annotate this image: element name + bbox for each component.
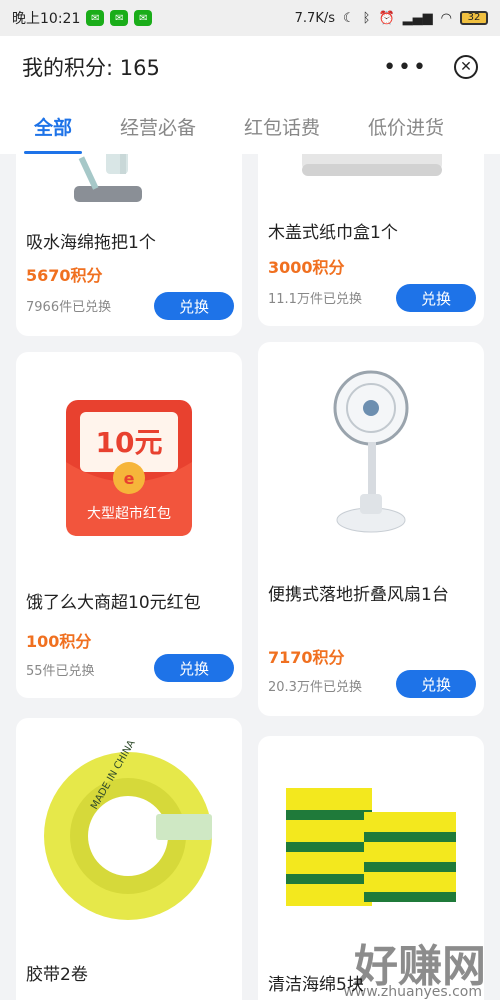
product-image: e 10元 大型超市红包 <box>16 352 242 588</box>
product-points: 5670积分 <box>26 266 103 285</box>
wechat-icon: ✉ <box>110 10 129 26</box>
redeemed-count: 55件已兑换 <box>26 664 95 679</box>
product-card[interactable]: 木盖式纸巾盒1个 3000积分 11.1万件已兑换 兑换 <box>258 154 484 326</box>
redeemed-count: 20.3万件已兑换 <box>268 680 362 695</box>
page-title: 我的积分: 165 <box>22 56 160 80</box>
product-card[interactable]: e 10元 大型超市红包 饿了么大商超10元红包 100积分 55件已兑换 兑换 <box>16 352 242 698</box>
wifi-icon: ◠ <box>440 10 452 26</box>
more-dots-icon[interactable]: ••• <box>383 55 428 80</box>
product-points: 3000积分 <box>268 258 345 277</box>
battery-icon: 32 <box>460 11 488 25</box>
product-image <box>258 736 484 936</box>
product-card[interactable]: MADE IN CHINA 胶带2卷 <box>16 718 242 1000</box>
tab-business-essentials[interactable]: 经营必备 <box>120 98 196 154</box>
product-points: 100积分 <box>26 632 92 651</box>
svg-text:e: e <box>124 469 135 488</box>
tab-red-envelope-phone[interactable]: 红包话费 <box>244 98 320 154</box>
redeem-button[interactable]: 兑换 <box>154 292 234 320</box>
envelope-label: 大型超市红包 <box>87 505 171 522</box>
product-image <box>258 154 484 214</box>
moon-icon: ☾ <box>343 10 355 26</box>
alarm-icon: ⏰ <box>378 10 395 26</box>
redeem-button[interactable]: 兑换 <box>396 670 476 698</box>
redeemed-count: 11.1万件已兑换 <box>268 292 362 307</box>
close-icon[interactable]: ✕ <box>454 55 478 79</box>
status-time: 晚上10:21 <box>12 11 81 27</box>
redeem-button[interactable]: 兑换 <box>154 654 234 682</box>
wechat-icon: ✉ <box>86 10 105 26</box>
category-tabs: 全部 经营必备 红包话费 低价进货 <box>0 98 500 154</box>
tab-low-price-stock[interactable]: 低价进货 <box>368 98 444 154</box>
redeem-button[interactable]: 兑换 <box>396 284 476 312</box>
product-card[interactable]: 吸水海绵拖把1个 5670积分 7966件已兑换 兑换 <box>16 154 242 336</box>
product-card[interactable]: 便携式落地折叠风扇1台 7170积分 20.3万件已兑换 兑换 <box>258 342 484 716</box>
product-image <box>258 342 484 562</box>
product-points: 7170积分 <box>268 648 345 667</box>
product-image: MADE IN CHINA <box>16 718 242 948</box>
product-title: 木盖式纸巾盒1个 <box>268 223 398 243</box>
page-header: 我的积分: 165 ••• ✕ <box>0 36 500 98</box>
product-image <box>16 154 242 224</box>
wechat-icon: ✉ <box>134 10 153 26</box>
envelope-amount: 10元 <box>96 426 163 459</box>
product-title: 吸水海绵拖把1个 <box>26 233 156 253</box>
tab-all[interactable]: 全部 <box>23 98 83 154</box>
redeemed-count: 7966件已兑换 <box>26 300 112 315</box>
status-bar: 晚上10:21 ✉ ✉ ✉ 7.7K/s ☾ ᛒ ⏰ ▂▄▆ ◠ 32 <box>0 0 500 36</box>
product-title: 饿了么大商超10元红包 <box>26 593 201 613</box>
product-title: 胶带2卷 <box>26 965 88 985</box>
bluetooth-icon: ᛒ <box>362 10 371 26</box>
product-title: 便携式落地折叠风扇1台 <box>268 585 449 605</box>
product-feed: 吸水海绵拖把1个 5670积分 7966件已兑换 兑换 木盖式纸巾盒1个 300… <box>0 154 500 1000</box>
watermark-url: www.zhuanyes.com <box>343 984 482 1000</box>
network-speed: 7.7K/s <box>294 10 335 26</box>
signal-icon: ▂▄▆ <box>402 10 433 26</box>
